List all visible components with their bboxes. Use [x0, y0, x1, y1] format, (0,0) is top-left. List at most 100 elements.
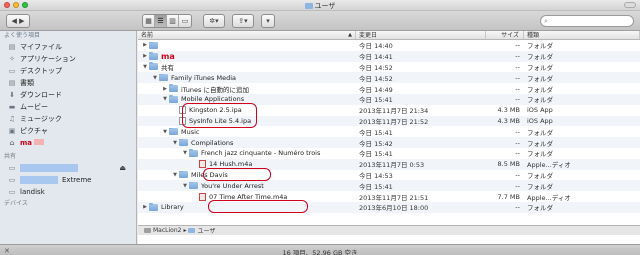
table-row[interactable]: ▼ Miles Davis 今日 14:53 -- フォルダ: [138, 170, 640, 181]
table-row[interactable]: ▼ Family iTunes Media 今日 14:52 -- フォルダ: [138, 72, 640, 84]
sidebar-item-documents[interactable]: ▤ 書類: [0, 77, 136, 89]
downloads-icon: ⬇: [9, 91, 15, 99]
path-separator-icon: ▸: [183, 227, 187, 234]
path-folder[interactable]: ユーザ: [197, 226, 215, 235]
table-row[interactable]: ▶ ma 今日 14:41 -- フォルダ: [138, 50, 640, 62]
close-button[interactable]: [4, 2, 10, 8]
view-switcher[interactable]: ▦ ☰ ▥ ▭: [142, 14, 192, 28]
sidebar-item-landisk[interactable]: ▭ landisk: [0, 186, 136, 198]
path-disk[interactable]: MacLion2: [153, 227, 181, 234]
name-cell: ▶: [138, 41, 356, 49]
list-view-icon[interactable]: ☰: [155, 15, 167, 27]
sidebar-item-all-files[interactable]: ▤ マイファイル: [0, 41, 136, 53]
name-cell: ▶ Library: [138, 203, 356, 211]
column-name-header[interactable]: 名前 ▲: [138, 31, 356, 39]
file-kind: iOS App: [527, 106, 553, 115]
file-size: --: [515, 52, 520, 61]
column-date-header[interactable]: 変更日: [356, 31, 486, 39]
column-view-icon[interactable]: ▥: [167, 15, 179, 27]
table-row[interactable]: ▶ Library 2013年6月10日 18:00 -- フォルダ: [138, 201, 640, 213]
file-size: --: [515, 127, 520, 136]
share-button[interactable]: ⇪▾: [232, 14, 254, 28]
sidebar-item-music[interactable]: ♫ ミュージック: [0, 113, 136, 125]
table-row[interactable]: ▼ French jazz cinquante - Numéro trois 今日 …: [138, 148, 640, 159]
folder-icon: [149, 41, 158, 49]
resize-icon[interactable]: ✕: [4, 247, 10, 255]
file-name: Library: [161, 203, 184, 212]
disclosure-triangle-icon[interactable]: ▶: [141, 204, 149, 210]
minimize-button[interactable]: [13, 2, 19, 8]
disclosure-triangle-icon[interactable]: ▼: [181, 150, 189, 156]
modified-date: 今日 14:40: [359, 42, 393, 51]
disclosure-triangle-icon[interactable]: ▼: [171, 172, 179, 178]
sidebar-item-network[interactable]: ▭ ⏏: [0, 162, 136, 174]
file-kind: フォルダ: [527, 204, 553, 213]
sidebar-item-label: 書類: [20, 79, 34, 87]
table-row[interactable]: 14 Hush.m4a 2013年11月7日 0:53 8.5 MB Apple...…: [138, 158, 640, 170]
all-files-icon: ▤: [8, 43, 16, 51]
table-row[interactable]: ▼ Mobile Applications 今日 15:41 -- フォルダ: [138, 93, 640, 105]
column-kind-header[interactable]: 種類: [524, 31, 640, 39]
disclosure-triangle-icon[interactable]: ▼: [151, 75, 159, 81]
disclosure-triangle-icon[interactable]: ▶: [161, 86, 169, 92]
table-row[interactable]: ▶ 今日 14:40 -- フォルダ: [138, 40, 640, 51]
disclosure-triangle-icon[interactable]: ▶: [141, 42, 149, 48]
toolbar-toggle-button[interactable]: [624, 2, 636, 8]
sidebar-item-downloads[interactable]: ⬇ ダウンロード: [0, 89, 136, 101]
file-name: 07 Time After Time.m4a: [209, 192, 288, 201]
table-row[interactable]: ▼ Music 今日 15:41 -- フォルダ: [138, 126, 640, 137]
disclosure-triangle-icon[interactable]: ▼: [161, 96, 169, 102]
action-button[interactable]: ✲▾: [203, 14, 225, 28]
sidebar-item-home[interactable]: ⌂ ma: [0, 137, 136, 149]
file-size: --: [515, 170, 520, 179]
file-name: iTunes に自動的に追加: [181, 85, 249, 94]
back-forward-button[interactable]: ◀ ▶: [6, 14, 30, 28]
name-cell: ▼ 共有: [138, 62, 356, 72]
file-name: Compilations: [191, 138, 234, 147]
disclosure-triangle-icon[interactable]: ▼: [141, 64, 149, 70]
zoom-button[interactable]: [22, 2, 28, 8]
name-cell: ▼ Music: [138, 127, 356, 136]
modified-date: 今日 15:41: [359, 128, 393, 137]
file-name: 共有: [161, 63, 174, 72]
column-size-header[interactable]: サイズ: [486, 31, 524, 39]
disclosure-triangle-icon[interactable]: ▼: [161, 129, 169, 135]
sidebar-item-movies[interactable]: ▬ ムービー: [0, 101, 136, 113]
file-size: 4.3 MB: [497, 106, 520, 115]
table-row[interactable]: ▼ You're Under Arrest 今日 15:41 -- フォルダ: [138, 180, 640, 192]
pictures-icon: ▣: [8, 127, 16, 135]
disclosure-triangle-icon[interactable]: ▼: [171, 140, 179, 146]
file-kind: フォルダ: [527, 182, 553, 191]
window-title: ユーザ: [260, 1, 380, 11]
table-row[interactable]: ▼ Compilations 今日 15:42 -- フォルダ: [138, 137, 640, 148]
modified-date: 今日 14:41: [359, 53, 393, 62]
disclosure-triangle-icon[interactable]: ▶: [141, 53, 149, 59]
eject-icon[interactable]: ⏏: [119, 164, 126, 172]
file-size: --: [515, 149, 520, 158]
sidebar-item-desktop[interactable]: ▭ デスクトップ: [0, 65, 136, 77]
table-row[interactable]: Kingston 2.5.ipa 2013年11月7日 21:34 4.3 MB iO…: [138, 105, 640, 116]
sidebar: よく使う項目 ▤ マイファイル ✧ アプリケーション ▭ デスクトップ ▤ 書類 ⬇ ダウンロード…: [0, 31, 137, 244]
folder-icon: [169, 84, 178, 93]
file-rows: ▶ 今日 14:40 -- フォルダ ▶ ma 今日 14:41 -- フォルダ ▼ 共有 今日 14…: [138, 40, 640, 213]
table-row[interactable]: ▼ 共有 今日 14:52 -- フォルダ: [138, 62, 640, 73]
name-cell: ▶ ma: [138, 51, 356, 61]
sidebar-item-pictures[interactable]: ▣ ピクチャ: [0, 125, 136, 137]
disclosure-triangle-icon[interactable]: ▼: [181, 183, 189, 189]
sidebar-item-extreme[interactable]: ▭ Extreme: [0, 174, 136, 186]
desktop-icon: ▭: [8, 67, 16, 75]
search-field[interactable]: ⌕: [540, 15, 634, 27]
icon-view-icon[interactable]: ▦: [143, 15, 155, 27]
modified-date: 今日 15:41: [359, 150, 393, 159]
table-row[interactable]: ▶ iTunes に自動的に追加 今日 14:49 -- フォルダ: [138, 83, 640, 94]
table-row[interactable]: SysInfo Lite 5.4.ipa 2013年11月7日 21:52 4.3 …: [138, 115, 640, 127]
coverflow-view-icon[interactable]: ▭: [179, 15, 191, 27]
sidebar-item-label: ma: [20, 139, 44, 147]
name-cell: ▼ Compilations: [138, 138, 356, 147]
table-row[interactable]: 07 Time After Time.m4a 2013年11月7日 21:51 7.…: [138, 191, 640, 202]
file-size: --: [515, 73, 520, 82]
sidebar-item-applications[interactable]: ✧ アプリケーション: [0, 53, 136, 65]
favorites-header: よく使う項目: [4, 32, 41, 39]
status-bar: ✕ 16 項目、52.96 GB 空き: [0, 244, 640, 255]
arrange-button[interactable]: ▾: [261, 14, 275, 28]
